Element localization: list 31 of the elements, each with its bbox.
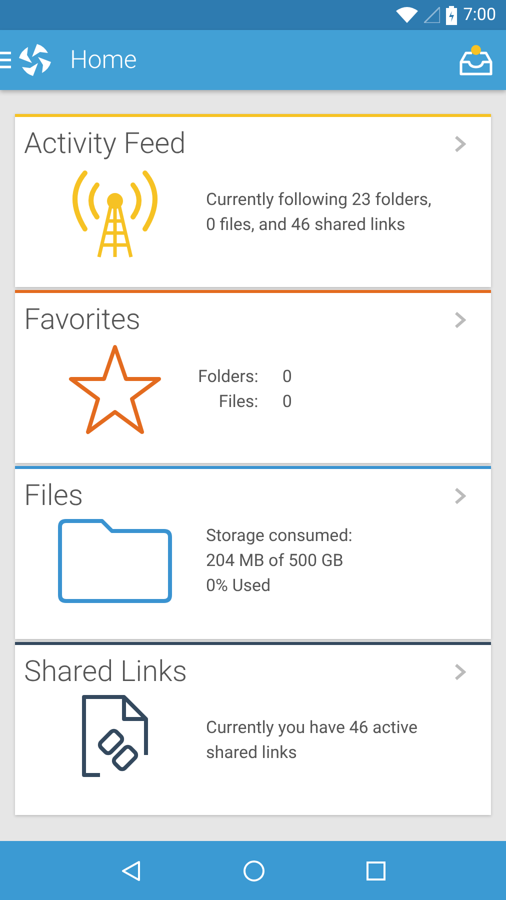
chevron-icon (454, 487, 466, 505)
card-title: Shared Links (24, 655, 188, 689)
section-card[interactable]: Shared Links Currently you have 46 active shared links (15, 642, 491, 815)
card-text: 204 MB of 500 GB (206, 550, 344, 572)
card-title: Activity Feed (24, 127, 186, 161)
chevron-icon (454, 311, 466, 329)
card-text: Currently following 23 folders, (206, 189, 432, 212)
section-card[interactable]: Favorites Folders: 0 Files: 0 (15, 290, 491, 463)
card-text: Storage consumed: (206, 524, 352, 548)
wifi-icon (396, 7, 418, 23)
signal-icon (424, 7, 440, 23)
stat-label: Folders: (198, 366, 258, 389)
card-title: Files (24, 479, 84, 513)
star-icon (68, 343, 162, 437)
card-title: Favorites (24, 303, 140, 337)
card-text: 0 files, and 46 shared links (206, 214, 406, 237)
stat-label: Files: (218, 391, 258, 414)
card-text: 0% Used (206, 574, 272, 598)
stat-value: 0 (282, 366, 292, 389)
screen-title: Home (70, 46, 137, 74)
folder-icon (56, 519, 174, 603)
section-card[interactable]: Files Storage consumed: 204 MB of 500 GB 0% Used (15, 466, 491, 639)
chevron-icon (454, 135, 466, 153)
card-text: Currently you have 46 active (206, 717, 418, 740)
card-text: shared links (206, 742, 298, 765)
chevron-icon (454, 663, 466, 681)
section-card[interactable]: Activity Feed Currently following 23 folders, 0 files, and 46 shared links (15, 114, 491, 287)
clock-time: 7:00 (463, 5, 496, 25)
battery-icon (446, 6, 458, 24)
stat-value: 0 (282, 391, 292, 414)
inbox-button[interactable] (458, 44, 494, 76)
